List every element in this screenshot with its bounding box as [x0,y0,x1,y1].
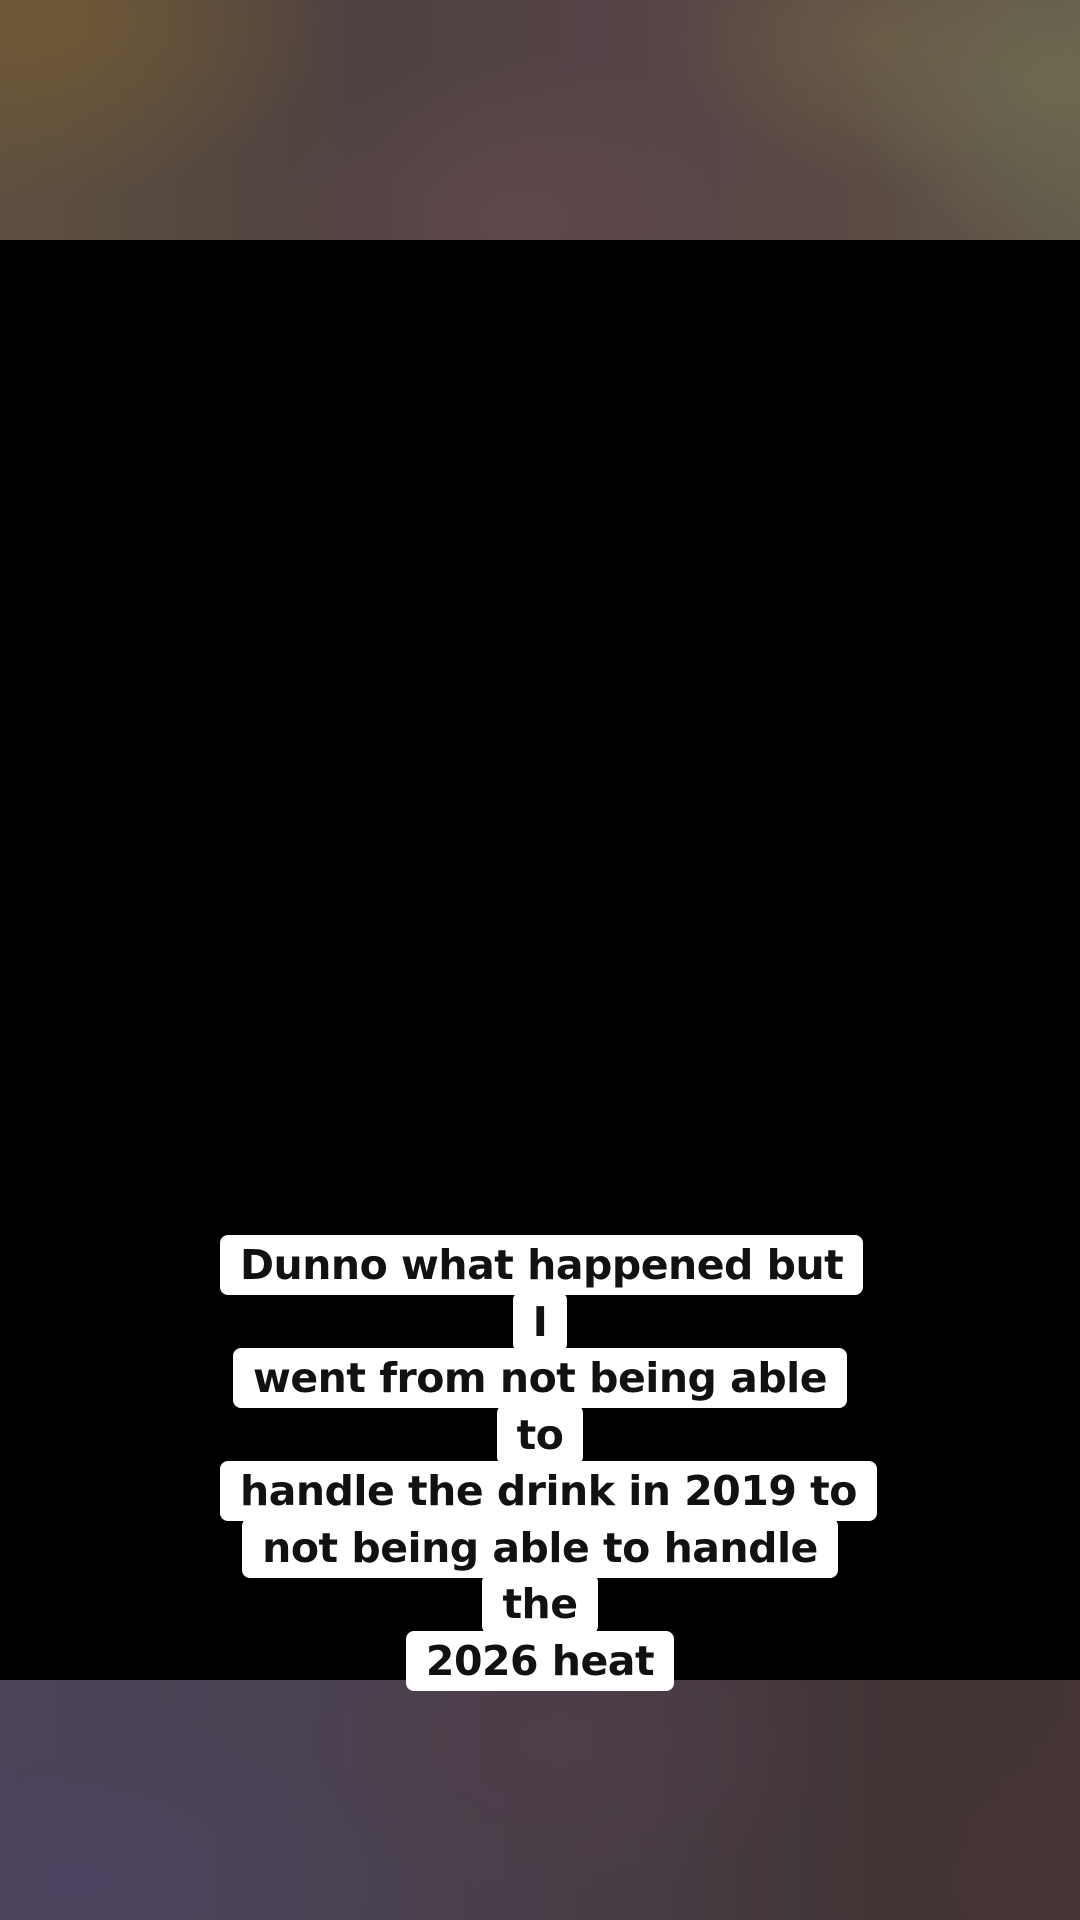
caption-line-5: 2026 heat [425,1636,655,1685]
caption-text: Dunno what happened but Iwent from not b… [220,1235,877,1691]
caption-line-3: handle the drink in 2019 to [240,1467,857,1515]
blurred-background-bottom [0,1680,1080,1920]
caption-overlay: Dunno what happened but Iwent from not b… [0,1235,1080,1691]
video-screen: Dunno what happened but Iwent from not b… [0,0,1080,1920]
caption-line-2: went from not being able to [252,1354,828,1459]
caption-line-4: not being able to handle the [262,1523,818,1629]
caption-line-1: Dunno what happened but I [240,1241,844,1346]
blurred-background-top [0,0,1080,240]
